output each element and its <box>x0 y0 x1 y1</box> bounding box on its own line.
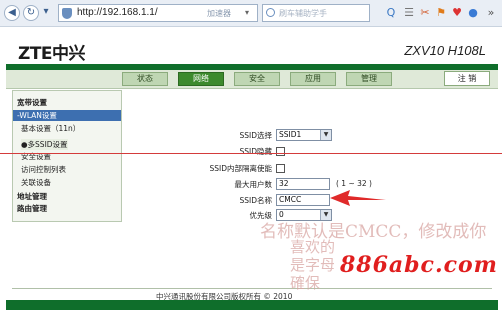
ssid-name-input[interactable]: CMCC <box>276 194 330 206</box>
footer-band <box>6 300 498 310</box>
tab-management[interactable]: 管理 <box>346 72 392 86</box>
logout-button[interactable]: 注 销 <box>444 71 490 86</box>
ssid-select-label: SSID选择 <box>239 131 272 140</box>
accelerator-label[interactable]: 加速器 <box>207 8 231 19</box>
more-icon[interactable]: » <box>484 6 498 20</box>
shield-icon <box>62 8 72 19</box>
max-users-input[interactable]: 32 <box>276 178 330 190</box>
sidebar-item-multi-ssid[interactable]: ●多SSID设置 <box>21 139 68 150</box>
sidebar-item-routing[interactable]: 路由管理 <box>17 203 47 214</box>
sidebar-item-associated-devices[interactable]: 关联设备 <box>21 177 51 188</box>
sidebar-item-broadband[interactable]: 宽带设置 <box>17 97 47 108</box>
max-users-label: 最大用户数 <box>234 180 273 189</box>
footer-divider <box>12 288 492 289</box>
chevron-down-icon: ▼ <box>320 130 331 140</box>
red-arrow-icon <box>330 190 386 206</box>
back-icon[interactable]: ◀ <box>4 5 20 21</box>
ssid-hide-label: SSID隐藏 <box>239 147 272 156</box>
sidebar-item-basic[interactable]: 基本设置（11n） <box>21 123 80 134</box>
ssid-select-value: SSID1 <box>279 130 302 139</box>
url-text[interactable]: http://192.168.1.1/ <box>77 7 158 18</box>
address-bar[interactable]: http://192.168.1.1/ 加速器 ▾ <box>58 4 258 22</box>
refresh-icon[interactable]: ↻ <box>23 5 39 21</box>
search-go-icon[interactable]: Q <box>384 6 398 20</box>
router-header: ZTE中兴 ZXV10 H108L <box>6 30 498 68</box>
tab-security[interactable]: 安全 <box>234 72 280 86</box>
search-icon <box>266 8 275 17</box>
zte-logo: ZTE中兴 <box>18 44 86 64</box>
watermark: 886abc.com <box>334 252 502 278</box>
model-name: ZXV10 H108L <box>404 43 486 58</box>
sidebar-item-acl[interactable]: 访问控制列表 <box>21 164 66 175</box>
sidebar-item-address[interactable]: 地址管理 <box>17 191 47 202</box>
ssid-isolation-label: SSID内部隔离使能 <box>209 164 272 173</box>
red-guide-line <box>0 153 502 154</box>
dropdown-icon[interactable]: ▾ <box>40 5 52 21</box>
tab-network[interactable]: 网络 <box>178 72 224 86</box>
sidebar: 宽带设置 -WLAN设置 基本设置（11n） ●多SSID设置 安全设置 访问控… <box>12 90 122 222</box>
search-placeholder[interactable]: 刷车辅助学手 <box>279 8 327 19</box>
tab-strip: 状态 网络 安全 应用 管理 注 销 <box>6 70 498 89</box>
menu-icon[interactable]: ☰ <box>402 6 416 20</box>
ssid-name-label: SSID名称 <box>239 196 272 205</box>
user-icon[interactable]: ● <box>466 6 480 20</box>
ssid-select[interactable]: SSID1 ▼ <box>276 129 332 141</box>
plugin-icon[interactable]: ✂ <box>418 6 432 20</box>
sidebar-item-wlan[interactable]: -WLAN设置 <box>13 110 121 121</box>
share-icon[interactable]: ⚑ <box>434 6 448 20</box>
ssid-hide-checkbox[interactable] <box>276 147 285 156</box>
browser-toolbar: ◀ ↻ ▾ http://192.168.1.1/ 加速器 ▾ 刷车辅助学手 Q… <box>0 0 502 27</box>
search-bar[interactable]: 刷车辅助学手 <box>262 4 370 22</box>
tab-application[interactable]: 应用 <box>290 72 336 86</box>
favorite-icon[interactable]: ♥ <box>450 6 464 20</box>
tab-status[interactable]: 状态 <box>122 72 168 86</box>
ssid-isolation-checkbox[interactable] <box>276 164 285 173</box>
address-dropdown-icon[interactable]: ▾ <box>245 8 249 17</box>
annotation-line-4: 確保 <box>290 274 321 292</box>
